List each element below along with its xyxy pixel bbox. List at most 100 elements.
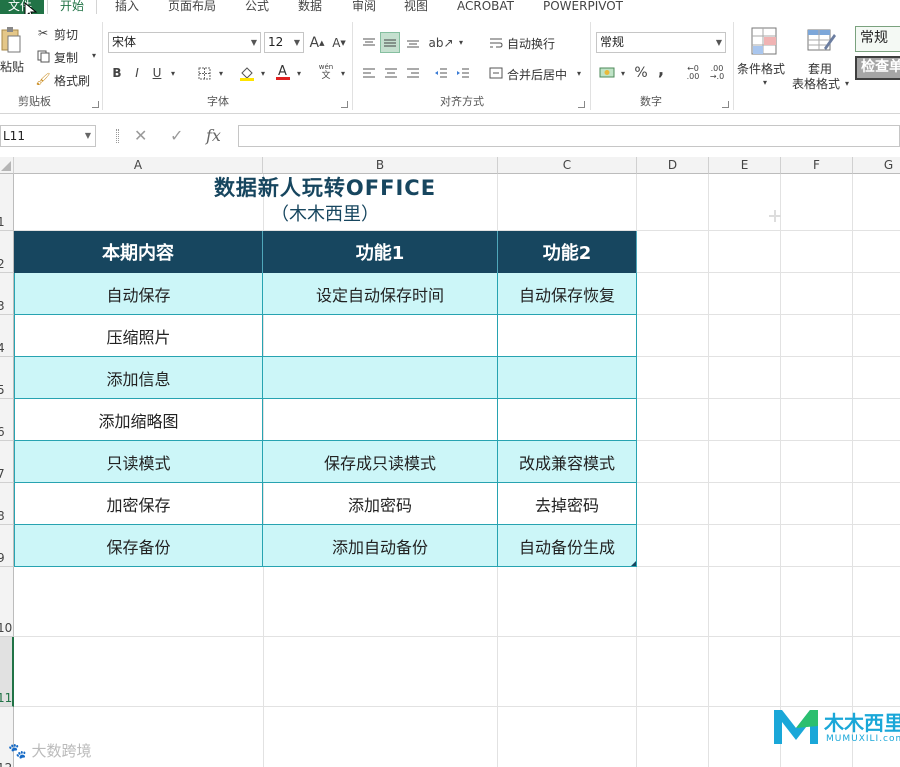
bold-button[interactable]: B [110, 64, 124, 82]
tab-formulas[interactable]: 公式 [245, 0, 269, 14]
tab-home[interactable]: 开始 [47, 0, 98, 14]
row-header-5[interactable]: 5 [0, 357, 14, 399]
align-middle-icon[interactable] [380, 32, 400, 53]
enter-icon[interactable]: ✓ [170, 125, 183, 147]
decrease-indent-icon[interactable] [432, 64, 450, 82]
format-painter-button[interactable]: 格式刷 [54, 72, 90, 89]
formula-bar-grip[interactable] [116, 129, 119, 143]
phonetic-dropdown-icon[interactable]: ▾ [338, 64, 348, 82]
table-cell[interactable]: 添加自动备份 [263, 525, 498, 567]
orientation-dropdown-icon[interactable]: ▾ [456, 32, 466, 53]
row-header-7[interactable]: 7 [0, 441, 14, 483]
column-header-a[interactable]: A [14, 157, 263, 174]
table-cell[interactable]: 改成兼容模式 [498, 441, 637, 483]
tab-page-layout[interactable]: 页面布局 [168, 0, 216, 14]
wrap-text-icon[interactable] [488, 32, 504, 53]
row-header-4[interactable]: 4 [0, 315, 14, 357]
column-header-d[interactable]: D [637, 157, 709, 174]
column-header-c[interactable]: C [498, 157, 637, 174]
column-header-e[interactable]: E [709, 157, 781, 174]
sheet-subtitle[interactable]: （木木西里） [14, 203, 636, 227]
alignment-dialog-launcher[interactable] [578, 101, 585, 108]
font-name-combo[interactable]: 宋体 ▼ [108, 32, 261, 53]
column-header-g[interactable]: G [853, 157, 900, 174]
row-header-2[interactable]: 2 [0, 231, 14, 273]
merge-center-button[interactable]: 合并后居中 [507, 66, 567, 83]
table-header-cell[interactable]: 功能2 [498, 231, 637, 273]
orientation-icon[interactable]: ab↗ [428, 32, 453, 53]
table-cell[interactable] [498, 357, 637, 399]
underline-button[interactable]: U [150, 64, 164, 82]
copy-button[interactable]: 复制 [54, 49, 78, 66]
row-header-3[interactable]: 3 [0, 273, 14, 315]
conditional-format-dropdown-icon[interactable]: ▾ [760, 76, 770, 88]
tab-view[interactable]: 视图 [404, 0, 428, 14]
borders-icon[interactable] [196, 64, 212, 82]
phonetic-guide-icon[interactable]: wén 文 [316, 62, 336, 82]
cell-style-normal[interactable]: 常规 [855, 26, 900, 52]
table-cell[interactable]: 只读模式 [14, 441, 263, 483]
wrap-text-button[interactable]: 自动换行 [507, 35, 555, 52]
font-size-combo[interactable]: 12 ▼ [264, 32, 304, 53]
borders-dropdown-icon[interactable]: ▾ [216, 64, 226, 82]
table-cell[interactable]: 去掉密码 [498, 483, 637, 525]
conditional-format-icon[interactable] [750, 26, 778, 56]
align-bottom-icon[interactable] [404, 32, 422, 53]
table-cell[interactable]: 添加信息 [14, 357, 263, 399]
italic-button[interactable]: I [130, 64, 144, 82]
table-header-cell[interactable]: 功能1 [263, 231, 498, 273]
table-cell[interactable] [498, 315, 637, 357]
table-header-cell[interactable]: 本期内容 [14, 231, 263, 273]
decrease-decimal-icon[interactable]: .00 →.0 [706, 64, 728, 82]
table-cell[interactable]: 添加密码 [263, 483, 498, 525]
increase-indent-icon[interactable] [454, 64, 472, 82]
row-header-6[interactable]: 6 [0, 399, 14, 441]
cancel-icon[interactable]: ✕ [134, 125, 147, 147]
currency-icon[interactable] [598, 64, 618, 82]
table-cell[interactable]: 保存备份 [14, 525, 263, 567]
percent-button[interactable]: % [632, 64, 650, 82]
cell-style-check[interactable]: 检查单 [855, 56, 900, 80]
decrease-font-icon[interactable]: A ▼ [330, 32, 348, 53]
cut-icon[interactable]: ✂ [36, 26, 50, 40]
conditional-format-button[interactable]: 条件格式 [737, 60, 785, 77]
sheet-title[interactable]: 数据新人玩转OFFICE [14, 174, 636, 202]
table-cell[interactable] [498, 399, 637, 441]
merge-dropdown-icon[interactable]: ▾ [574, 66, 584, 80]
increase-font-icon[interactable]: A ▲ [308, 32, 326, 53]
row-header-8[interactable]: 8 [0, 483, 14, 525]
align-left-icon[interactable] [360, 64, 378, 82]
align-right-icon[interactable] [404, 64, 422, 82]
comma-button[interactable]: , [654, 60, 668, 79]
clipboard-dialog-launcher[interactable] [92, 101, 99, 108]
table-cell[interactable] [263, 357, 498, 399]
row-header-1[interactable]: 1 [0, 174, 14, 231]
currency-dropdown-icon[interactable]: ▾ [618, 64, 628, 82]
table-cell[interactable] [263, 315, 498, 357]
copy-icon[interactable] [36, 49, 50, 63]
font-color-icon[interactable]: A [274, 62, 292, 82]
number-format-combo[interactable]: 常规 ▼ [596, 32, 726, 53]
table-cell[interactable]: 压缩照片 [14, 315, 263, 357]
fill-color-icon[interactable] [238, 64, 256, 82]
align-top-icon[interactable] [360, 32, 378, 53]
cut-button[interactable]: 剪切 [54, 26, 78, 43]
format-painter-icon[interactable]: 🖌 [35, 72, 50, 86]
tab-data[interactable]: 数据 [298, 0, 322, 14]
name-box[interactable]: L11 ▼ [0, 125, 96, 147]
format-as-table-icon[interactable] [806, 26, 836, 56]
tab-insert[interactable]: 插入 [115, 0, 139, 14]
merge-center-icon[interactable] [488, 64, 504, 82]
tab-review[interactable]: 审阅 [352, 0, 376, 14]
table-cell[interactable]: 自动保存恢复 [498, 273, 637, 315]
formula-input[interactable] [238, 125, 900, 147]
table-cell[interactable]: 设定自动保存时间 [263, 273, 498, 315]
paste-icon[interactable] [0, 26, 22, 54]
table-cell[interactable]: 保存成只读模式 [263, 441, 498, 483]
font-dialog-launcher[interactable] [341, 101, 348, 108]
table-cell[interactable]: 自动备份生成 [498, 525, 637, 567]
column-header-b[interactable]: B [263, 157, 498, 174]
insert-function-button[interactable]: fx [206, 125, 221, 147]
table-cell[interactable]: 自动保存 [14, 273, 263, 315]
column-header-f[interactable]: F [781, 157, 853, 174]
